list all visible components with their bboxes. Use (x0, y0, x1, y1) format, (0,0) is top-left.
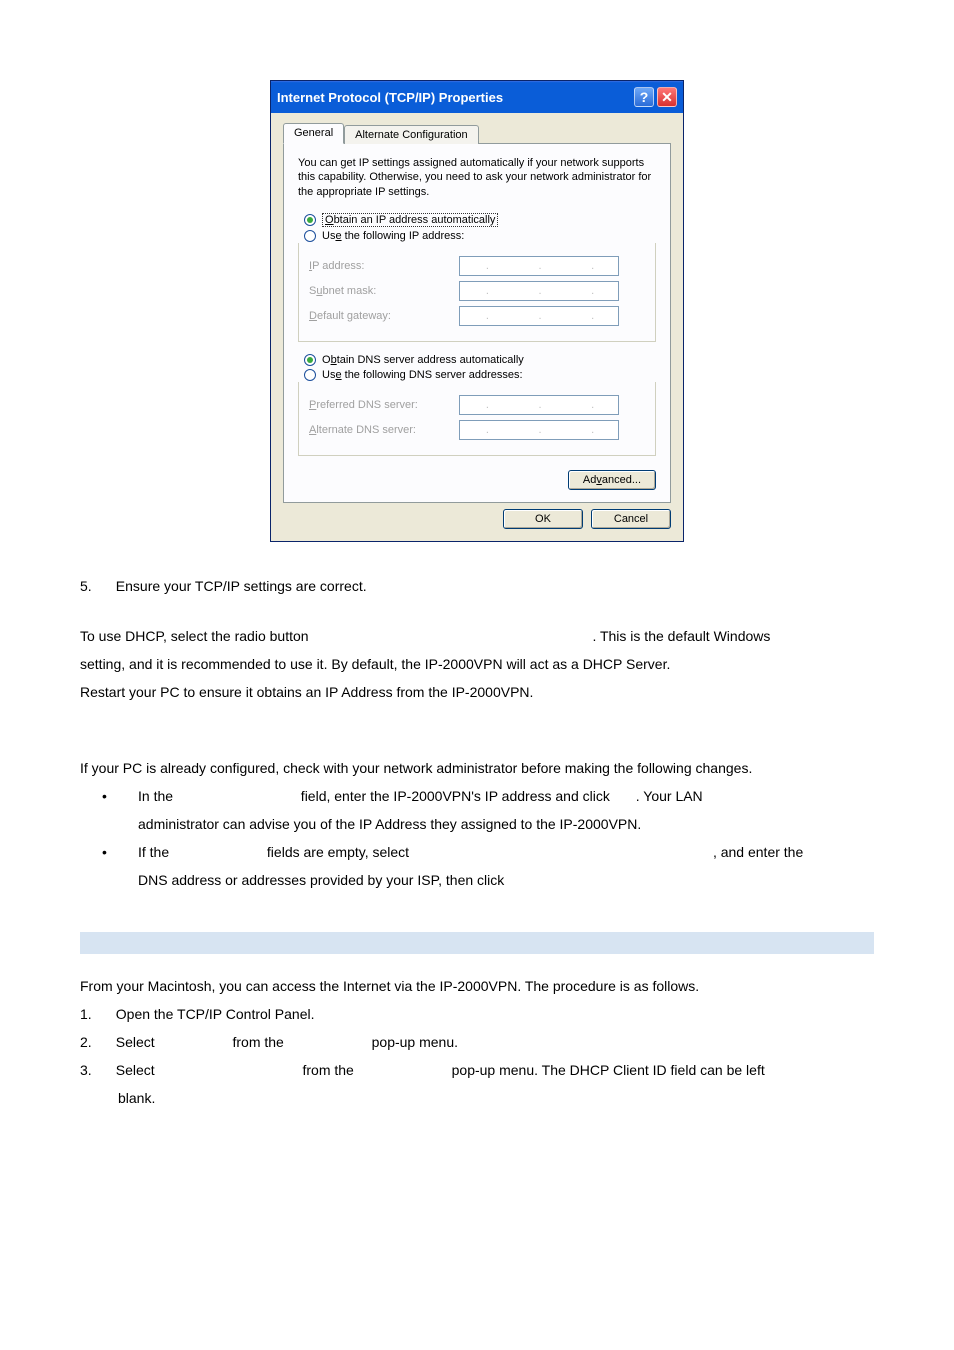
tab-alternate-configuration[interactable]: Alternate Configuration (344, 125, 479, 144)
bullet-dns: •If the fields are empty, select , and e… (138, 838, 874, 894)
dialog-titlebar: Internet Protocol (TCP/IP) Properties ? … (271, 81, 683, 113)
tab-strip: General Alternate Configuration (283, 123, 671, 144)
mac-step-1: 1. Open the TCP/IP Control Panel. (80, 1000, 874, 1028)
radio-icon (304, 214, 316, 226)
section-divider (80, 932, 874, 954)
help-icon[interactable]: ? (634, 87, 654, 107)
radio-label: Obtain DNS server address automatically (322, 354, 524, 366)
mac-intro: From your Macintosh, you can access the … (80, 972, 874, 1000)
ip-address-label: IP address: (309, 260, 459, 272)
default-gateway-input: ... (459, 306, 619, 326)
preferred-dns-label: Preferred DNS server: (309, 399, 459, 411)
dialog-title: Internet Protocol (TCP/IP) Properties (277, 90, 503, 105)
radio-label: Use the following IP address: (322, 230, 464, 242)
mac-step-2: 2. Select from the pop-up menu. (80, 1028, 874, 1056)
fixed-ip-intro: If your PC is already configured, check … (80, 754, 874, 782)
ip-fieldset: IP address: ... Subnet mask: ... Default… (298, 243, 656, 342)
radio-icon (304, 230, 316, 242)
advanced-button[interactable]: Advanced... (568, 470, 656, 490)
tab-panel-general: You can get IP settings assigned automat… (283, 143, 671, 503)
document-body: 5. Ensure your TCP/IP settings are corre… (80, 572, 874, 1112)
subnet-mask-input: ... (459, 281, 619, 301)
alternate-dns-label: Alternate DNS server: (309, 424, 459, 436)
radio-icon (304, 369, 316, 381)
default-gateway-label: Default gateway: (309, 310, 459, 322)
close-icon[interactable]: ✕ (657, 87, 677, 107)
radio-label: Obtain an IP address automatically (322, 213, 498, 227)
tcpip-properties-dialog: Internet Protocol (TCP/IP) Properties ? … (270, 80, 684, 542)
dhcp-paragraph: To use DHCP, select the radio button . T… (80, 622, 874, 706)
cancel-button[interactable]: Cancel (591, 509, 671, 529)
preferred-dns-input: ... (459, 395, 619, 415)
ip-address-input: ... (459, 256, 619, 276)
dns-fieldset: Preferred DNS server: ... Alternate DNS … (298, 382, 656, 456)
step-5: 5. Ensure your TCP/IP settings are corre… (80, 572, 874, 600)
radio-use-following-dns[interactable]: Use the following DNS server addresses: (304, 369, 656, 381)
radio-label: Use the following DNS server addresses: (322, 369, 523, 381)
radio-obtain-dns-auto[interactable]: Obtain DNS server address automatically (304, 354, 656, 366)
mac-step-3: 3. Select from the pop-up menu. The DHCP… (80, 1056, 874, 1112)
alternate-dns-input: ... (459, 420, 619, 440)
dialog-description: You can get IP settings assigned automat… (298, 156, 656, 199)
ok-button[interactable]: OK (503, 509, 583, 529)
radio-use-following-ip[interactable]: Use the following IP address: (304, 230, 656, 242)
bullet-gateway: •In the field, enter the IP-2000VPN's IP… (138, 782, 874, 838)
radio-obtain-ip-auto[interactable]: Obtain an IP address automatically (304, 213, 656, 227)
tab-general[interactable]: General (283, 123, 344, 144)
radio-icon (304, 354, 316, 366)
subnet-mask-label: Subnet mask: (309, 285, 459, 297)
